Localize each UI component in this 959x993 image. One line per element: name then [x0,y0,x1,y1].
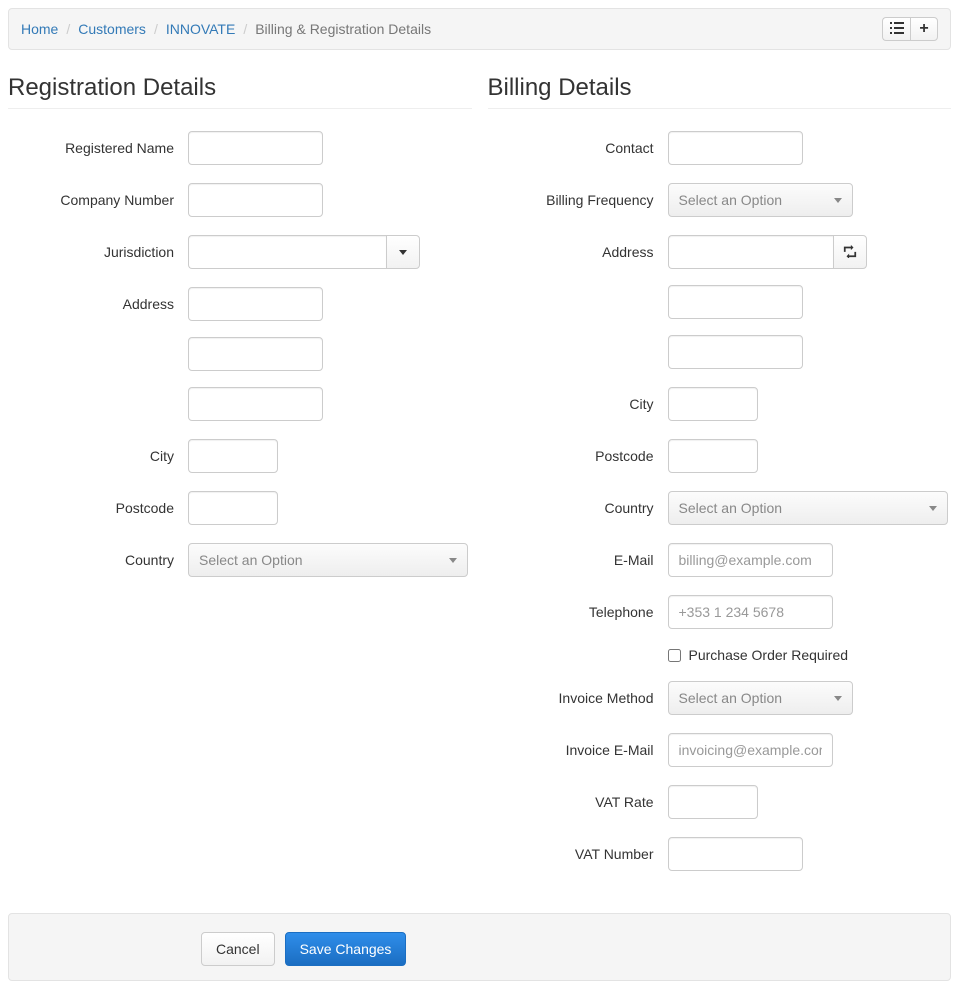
jurisdiction-combobox[interactable] [188,235,420,269]
breadcrumb-sep: / [152,21,160,37]
save-button[interactable]: Save Changes [285,932,407,966]
vat-rate-input[interactable] [668,785,758,819]
billing-address-line1-input[interactable] [668,235,833,269]
registered-name-label: Registered Name [8,131,188,165]
divider [8,108,472,109]
topbar-actions: + [882,17,938,41]
reg-address-line3-input[interactable] [188,387,323,421]
breadcrumb-customers[interactable]: Customers [78,21,146,37]
company-number-label: Company Number [8,183,188,217]
list-icon [890,21,904,37]
billing-email-label: E-Mail [488,543,668,577]
reg-postcode-label: Postcode [8,491,188,525]
reg-postcode-input[interactable] [188,491,278,525]
billing-section: Billing Details Contact Billing Frequenc… [488,66,952,889]
billing-address-line1-group [668,235,867,269]
po-required-checkbox[interactable] [668,649,681,662]
invoice-email-input[interactable] [668,733,833,767]
chevron-down-icon [834,198,842,203]
billing-country-selected: Select an Option [679,500,783,516]
billing-postcode-input[interactable] [668,439,758,473]
chevron-down-icon [929,506,937,511]
po-required-label: Purchase Order Required [689,647,849,663]
reg-country-label: Country [8,543,188,577]
breadcrumb-bar: Home / Customers / INNOVATE / Billing & … [8,8,951,50]
invoice-email-label: Invoice E-Mail [488,733,668,767]
list-view-button[interactable] [882,17,910,41]
billing-frequency-selected: Select an Option [679,192,783,208]
invoice-method-select[interactable]: Select an Option [668,681,853,715]
registered-name-input[interactable] [188,131,323,165]
billing-frequency-select[interactable]: Select an Option [668,183,853,217]
copy-address-button[interactable] [833,235,867,269]
billing-postcode-label: Postcode [488,439,668,473]
vat-number-input[interactable] [668,837,803,871]
registration-title: Registration Details [8,74,472,102]
divider [488,108,952,109]
billing-country-select[interactable]: Select an Option [668,491,948,525]
jurisdiction-input[interactable] [188,235,386,269]
breadcrumb: Home / Customers / INNOVATE / Billing & … [21,21,431,37]
reg-address-line2-input[interactable] [188,337,323,371]
plus-icon: + [919,21,928,37]
chevron-down-icon [834,696,842,701]
breadcrumb-home[interactable]: Home [21,21,58,37]
vat-rate-label: VAT Rate [488,785,668,819]
billing-email-input[interactable] [668,543,833,577]
reg-address-line1-input[interactable] [188,287,323,321]
jurisdiction-label: Jurisdiction [8,235,188,269]
cancel-button[interactable]: Cancel [201,932,275,966]
breadcrumb-current: Billing & Registration Details [255,21,431,37]
vat-number-label: VAT Number [488,837,668,871]
reg-city-input[interactable] [188,439,278,473]
billing-title: Billing Details [488,74,952,102]
reg-address-label: Address [8,287,188,321]
add-button[interactable]: + [910,17,938,41]
billing-frequency-label: Billing Frequency [488,183,668,217]
billing-city-label: City [488,387,668,421]
reg-city-label: City [8,439,188,473]
billing-city-input[interactable] [668,387,758,421]
billing-contact-label: Contact [488,131,668,165]
registration-section: Registration Details Registered Name Com… [8,66,472,889]
reg-country-selected: Select an Option [199,552,303,568]
breadcrumb-customer[interactable]: INNOVATE [166,21,236,37]
company-number-input[interactable] [188,183,323,217]
billing-telephone-input[interactable] [668,595,833,629]
breadcrumb-sep: / [241,21,249,37]
billing-address-line2-input[interactable] [668,285,803,319]
chevron-down-icon [399,250,407,255]
billing-address-label: Address [488,235,668,269]
jurisdiction-dropdown-toggle[interactable] [386,235,420,269]
billing-address-line3-input[interactable] [668,335,803,369]
invoice-method-selected: Select an Option [679,690,783,706]
billing-country-label: Country [488,491,668,525]
form-footer: Cancel Save Changes [8,913,951,981]
billing-contact-input[interactable] [668,131,803,165]
billing-telephone-label: Telephone [488,595,668,629]
reg-country-select[interactable]: Select an Option [188,543,468,577]
chevron-down-icon [449,558,457,563]
breadcrumb-sep: / [64,21,72,37]
po-required-row[interactable]: Purchase Order Required [668,647,849,663]
retweet-icon [843,244,857,261]
invoice-method-label: Invoice Method [488,681,668,715]
